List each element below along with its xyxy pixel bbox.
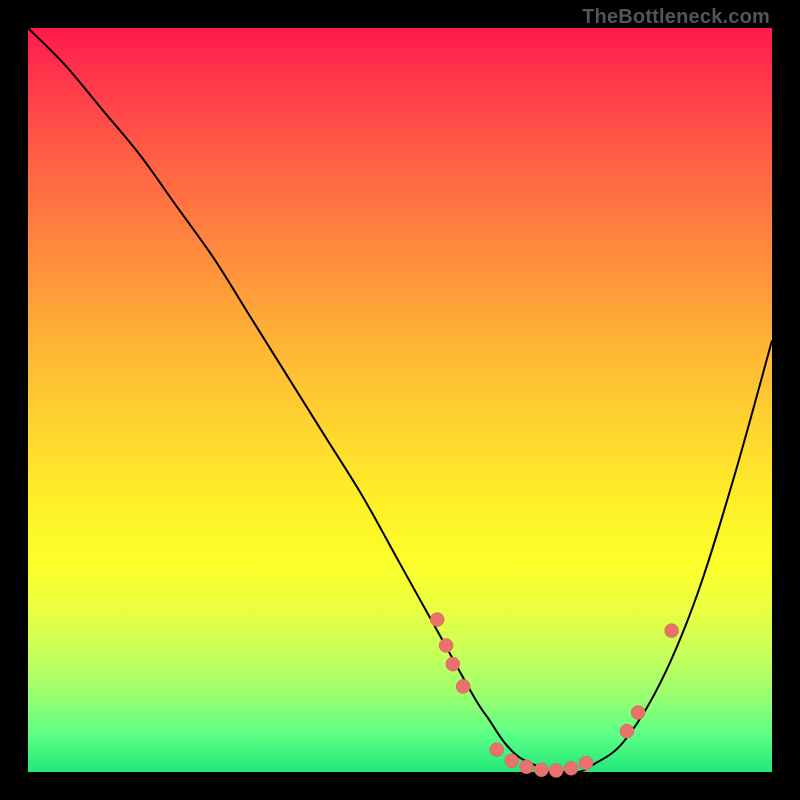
data-marker xyxy=(579,756,593,770)
data-marker xyxy=(564,761,578,775)
data-marker xyxy=(620,724,634,738)
data-marker xyxy=(490,743,504,757)
data-marker xyxy=(430,613,444,627)
watermark-text: TheBottleneck.com xyxy=(582,6,770,29)
data-marker xyxy=(439,639,453,653)
data-marker xyxy=(520,760,534,774)
curve-layer xyxy=(28,28,772,772)
marker-group xyxy=(430,613,678,778)
data-marker xyxy=(665,624,679,638)
data-marker xyxy=(549,764,563,778)
data-marker xyxy=(505,754,519,768)
data-marker xyxy=(446,657,460,671)
plot-area xyxy=(28,28,772,772)
data-marker xyxy=(631,706,645,720)
data-marker xyxy=(456,679,470,693)
data-marker xyxy=(534,763,548,777)
chart-stage: TheBottleneck.com xyxy=(0,0,800,800)
bottleneck-curve xyxy=(28,28,772,773)
